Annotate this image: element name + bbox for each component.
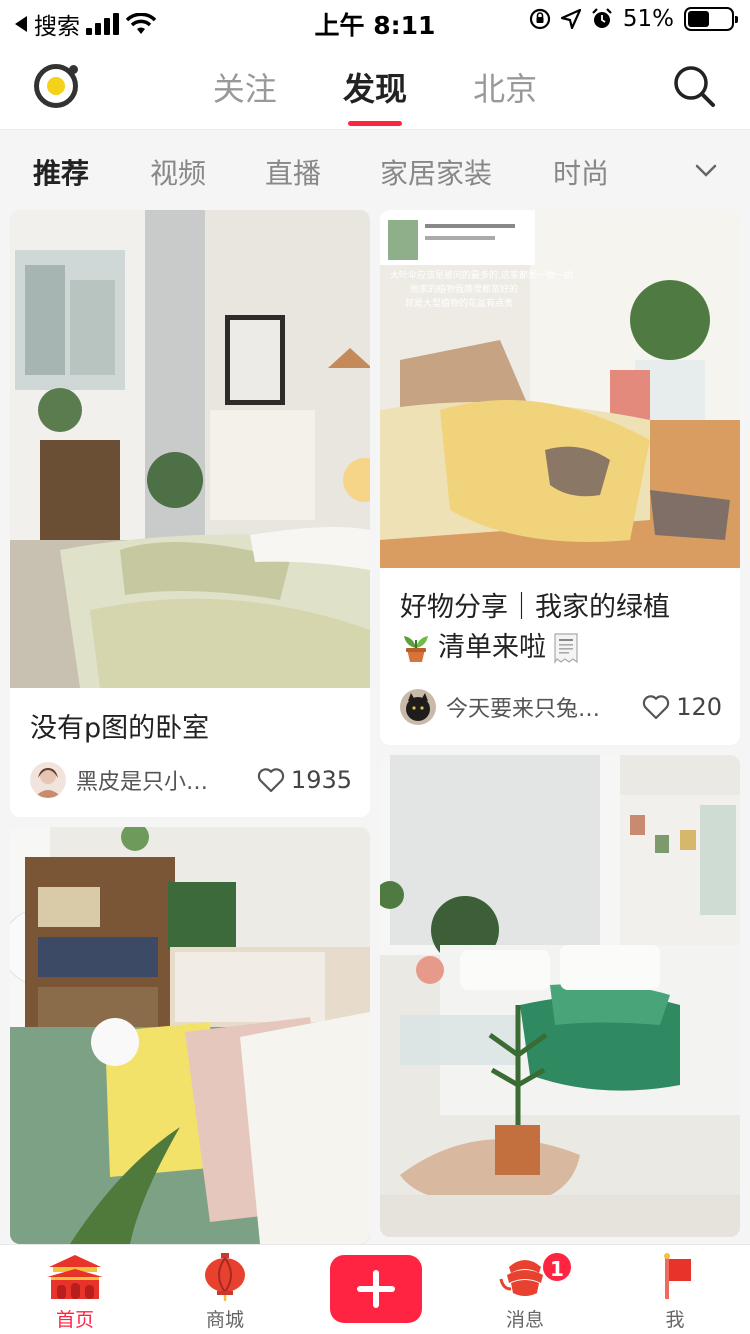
tab-mall-label: 商城	[205, 1309, 244, 1331]
note-title-line: 清单来啦	[438, 632, 546, 663]
like-button[interactable]: 1935	[257, 766, 352, 794]
top-tabs: 关注 发现 北京	[0, 64, 750, 110]
category-bar: 推荐 视频 直播 家居家装 时尚	[0, 130, 750, 212]
tab-messages[interactable]: 1 消息	[450, 1245, 600, 1334]
tab-follow[interactable]: 关注	[213, 64, 277, 110]
bottom-tab-bar: 首页 商城 1 消息 我	[0, 1244, 750, 1334]
top-nav: 关注 发现 北京	[0, 42, 750, 130]
category-live[interactable]: 直播	[265, 152, 321, 192]
category-video[interactable]: 视频	[150, 152, 206, 192]
note-card[interactable]: 大叶伞应该是被问的最多的,这家都是一物一拍 他家的植物我感觉都蛮好的 就是大型植…	[380, 210, 740, 745]
bedroom-photo: 大叶伞应该是被问的最多的,这家都是一物一拍 他家的植物我感觉都蛮好的 就是大型植…	[380, 210, 740, 568]
bedroom-photo	[10, 210, 370, 688]
note-cover-image[interactable]: 大叶伞应该是被问的最多的,这家都是一物一拍 他家的植物我感觉都蛮好的 就是大型植…	[380, 210, 740, 568]
message-badge: 1	[541, 1251, 573, 1283]
tab-me[interactable]: 我	[600, 1245, 750, 1334]
heart-icon	[643, 695, 670, 720]
tab-home-label: 首页	[55, 1309, 94, 1331]
tab-home[interactable]: 首页	[0, 1245, 150, 1334]
category-fashion[interactable]: 时尚	[553, 152, 609, 192]
tab-messages-label: 消息	[505, 1309, 544, 1331]
status-bar: 搜索 上午 8:11 51%	[0, 0, 750, 42]
like-count: 1935	[290, 766, 352, 794]
tab-discover[interactable]: 发现	[343, 64, 407, 110]
author-avatar[interactable]	[400, 689, 436, 725]
lantern-icon	[205, 1253, 245, 1301]
svg-text:他家的植物我感觉都蛮好的: 他家的植物我感觉都蛮好的	[410, 283, 518, 295]
category-recommend[interactable]: 推荐	[33, 152, 89, 192]
note-cover-image[interactable]	[380, 755, 740, 1237]
chevron-down-icon[interactable]	[694, 158, 718, 182]
like-button[interactable]: 120	[642, 693, 722, 721]
note-cover-image[interactable]	[10, 210, 370, 688]
alarm-icon	[592, 8, 612, 28]
author-name[interactable]: 今天要来只兔…	[446, 691, 642, 723]
note-meta: 黑皮是只小… 1935	[30, 760, 352, 800]
note-title[interactable]: 没有p图的卧室	[30, 709, 352, 749]
note-cover-image[interactable]	[10, 827, 370, 1244]
like-count: 120	[676, 693, 722, 721]
author-avatar[interactable]	[30, 762, 66, 798]
battery-icon	[684, 7, 738, 31]
note-title-line: 好物分享｜我家的绿植	[400, 592, 670, 623]
receipt-icon	[554, 633, 578, 664]
potted-plant-icon	[404, 636, 428, 662]
author-name[interactable]: 黑皮是只小…	[76, 764, 257, 796]
note-card[interactable]: 没有p图的卧室 黑皮是只小… 1935	[10, 210, 370, 817]
tab-me-label: 我	[665, 1309, 685, 1331]
note-meta: 今天要来只兔… 120	[400, 687, 722, 727]
battery-percent: 51%	[622, 6, 674, 32]
location-arrow-icon	[560, 9, 581, 29]
note-title[interactable]: 好物分享｜我家的绿植 清单来啦	[400, 588, 722, 668]
search-icon[interactable]	[672, 64, 716, 108]
rotation-lock-icon	[529, 8, 550, 30]
svg-text:就是大型植物的花盆有点贵: 就是大型植物的花盆有点贵	[405, 297, 513, 309]
bedroom-photo	[10, 827, 370, 1244]
publish-button[interactable]	[330, 1255, 422, 1323]
tab-local[interactable]: 北京	[473, 64, 537, 110]
bedroom-photo	[380, 755, 740, 1237]
note-card[interactable]	[10, 827, 370, 1244]
plus-icon	[357, 1270, 395, 1308]
home-gate-icon	[47, 1255, 103, 1299]
note-card[interactable]	[380, 755, 740, 1237]
category-home-decor[interactable]: 家居家装	[380, 152, 492, 192]
heart-icon	[257, 768, 285, 793]
image-caption-line: 大叶伞应该是被问的最多的,这家都是一物一拍	[390, 269, 573, 281]
flag-icon	[664, 1253, 691, 1299]
tab-mall[interactable]: 商城	[150, 1245, 300, 1334]
